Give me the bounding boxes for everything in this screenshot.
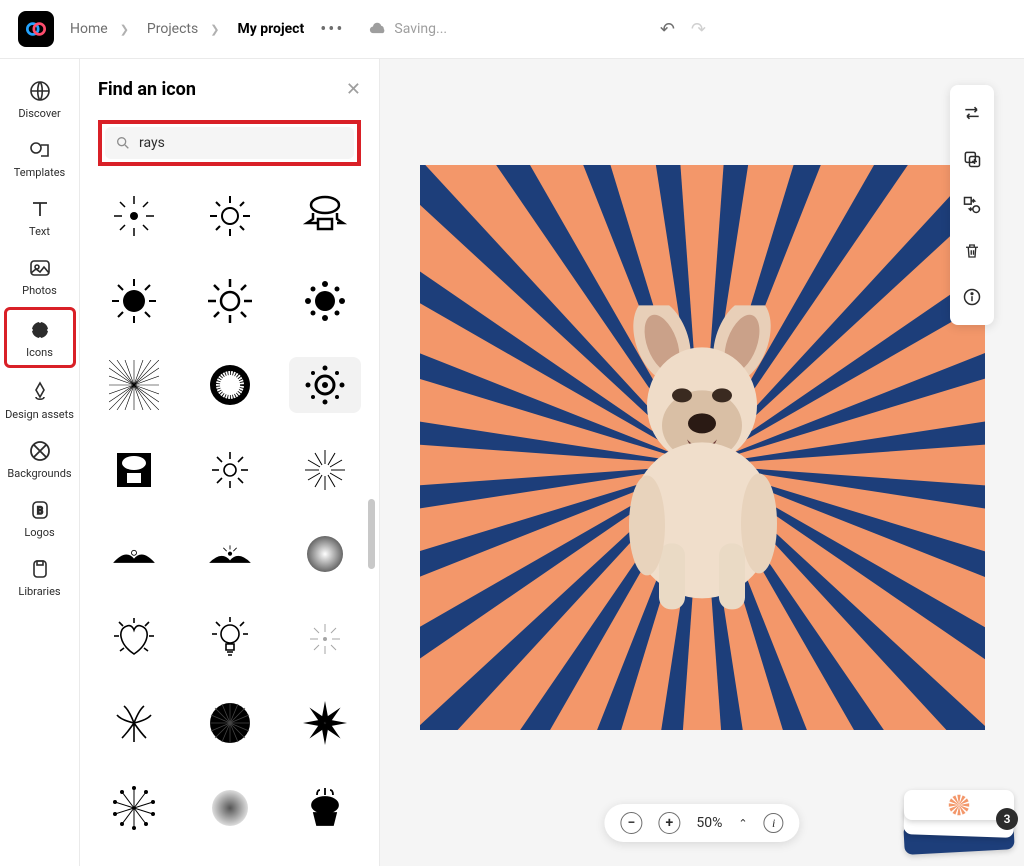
icon-result[interactable] xyxy=(194,526,266,582)
close-panel-button[interactable]: ✕ xyxy=(346,79,361,100)
artboard[interactable] xyxy=(420,165,985,730)
search-highlight xyxy=(98,120,361,166)
icons-panel: Find an icon ✕ xyxy=(80,59,380,866)
rail-discover[interactable]: Discover xyxy=(4,71,76,126)
info-button[interactable] xyxy=(956,277,988,317)
rail-label: Backgrounds xyxy=(7,467,71,480)
icon-result[interactable] xyxy=(289,526,361,582)
rail-label: Templates xyxy=(14,166,65,179)
dog-image[interactable] xyxy=(587,305,817,615)
zoom-in-button[interactable]: + xyxy=(658,812,680,834)
icon-result[interactable] xyxy=(289,611,361,667)
icon-result[interactable] xyxy=(194,188,266,244)
more-menu-button[interactable]: ••• xyxy=(320,19,344,40)
zoom-out-button[interactable]: − xyxy=(620,812,642,834)
icon-result[interactable] xyxy=(289,273,361,329)
panel-title: Find an icon xyxy=(98,79,196,100)
icon-result[interactable] xyxy=(289,695,361,751)
icon-result[interactable] xyxy=(289,357,361,413)
icon-result[interactable] xyxy=(289,442,361,498)
icon-result[interactable] xyxy=(289,188,361,244)
rail-design-assets[interactable]: Design assets xyxy=(4,372,76,427)
icon-result[interactable] xyxy=(98,780,170,836)
undo-button[interactable]: ↶ xyxy=(660,19,675,40)
search-icon xyxy=(115,135,131,151)
canvas-tools xyxy=(950,85,994,325)
logos-icon: B xyxy=(28,498,52,522)
delete-button[interactable] xyxy=(956,231,988,271)
rail-label: Icons xyxy=(26,346,53,359)
icon-result[interactable] xyxy=(98,442,170,498)
rail-icons[interactable]: Icons xyxy=(4,307,76,368)
rail-libraries[interactable]: Libraries xyxy=(4,549,76,604)
globe-icon xyxy=(28,79,52,103)
rail-text[interactable]: Text xyxy=(4,189,76,244)
rail-photos[interactable]: Photos xyxy=(4,248,76,303)
icon-grid-scrollbar[interactable] xyxy=(368,499,375,569)
icon-result[interactable] xyxy=(194,780,266,836)
icon-results-grid xyxy=(98,188,361,866)
icon-result[interactable] xyxy=(98,695,170,751)
swap-horizontal-button[interactable] xyxy=(956,93,988,133)
top-bar: Home ❯ Projects ❯ My project ••• Saving.… xyxy=(0,0,1024,59)
icon-result[interactable] xyxy=(194,357,266,413)
zoom-bar: − + 50% ⌃ i xyxy=(604,804,799,842)
icon-result[interactable] xyxy=(98,526,170,582)
rail-label: Logos xyxy=(24,526,54,539)
photo-icon xyxy=(28,256,52,280)
icon-result[interactable] xyxy=(98,611,170,667)
icon-search-input[interactable] xyxy=(139,135,344,151)
zoom-level: 50% xyxy=(696,815,722,831)
icon-result[interactable] xyxy=(98,273,170,329)
icon-result[interactable] xyxy=(98,357,170,413)
icon-result[interactable] xyxy=(194,695,266,751)
rail-label: Libraries xyxy=(18,585,60,598)
design-assets-icon xyxy=(28,380,52,404)
icon-result[interactable] xyxy=(98,188,170,244)
backgrounds-icon xyxy=(28,439,52,463)
canvas-info-button[interactable]: i xyxy=(764,813,784,833)
rail-templates[interactable]: Templates xyxy=(4,130,76,185)
rail-backgrounds[interactable]: Backgrounds xyxy=(4,431,76,486)
rail-label: Discover xyxy=(18,107,60,120)
status-text: Saving... xyxy=(394,21,447,37)
breadcrumb-projects[interactable]: Projects xyxy=(147,21,198,37)
libraries-icon xyxy=(28,557,52,581)
save-status: Saving... xyxy=(368,21,447,37)
breadcrumb-home[interactable]: Home xyxy=(70,21,108,37)
rail-label: Design assets xyxy=(5,408,74,421)
icons-icon xyxy=(28,318,52,342)
rail-label: Text xyxy=(29,225,50,238)
breadcrumb-current[interactable]: My project xyxy=(237,21,304,37)
redo-button: ↷ xyxy=(691,19,706,40)
icon-result[interactable] xyxy=(289,780,361,836)
chevron-right-icon: ❯ xyxy=(210,23,219,36)
chevron-right-icon: ❯ xyxy=(120,23,129,36)
cloud-sync-icon xyxy=(368,21,388,37)
icon-result[interactable] xyxy=(194,442,266,498)
icon-result[interactable] xyxy=(194,273,266,329)
app-logo[interactable] xyxy=(18,11,54,47)
svg-text:B: B xyxy=(36,506,42,517)
rail-logos[interactable]: B Logos xyxy=(4,490,76,545)
icon-result[interactable] xyxy=(194,611,266,667)
rail-label: Photos xyxy=(22,284,57,297)
templates-icon xyxy=(28,138,52,162)
layer-count-badge: 3 xyxy=(996,808,1018,830)
duplicate-button[interactable] xyxy=(956,139,988,179)
zoom-menu-chevron[interactable]: ⌃ xyxy=(738,817,747,830)
replace-button[interactable] xyxy=(956,185,988,225)
left-rail: Discover Templates Text Photos Icons xyxy=(0,59,80,866)
text-icon xyxy=(28,197,52,221)
canvas-area[interactable]: − + 50% ⌃ i 3 xyxy=(380,59,1024,866)
